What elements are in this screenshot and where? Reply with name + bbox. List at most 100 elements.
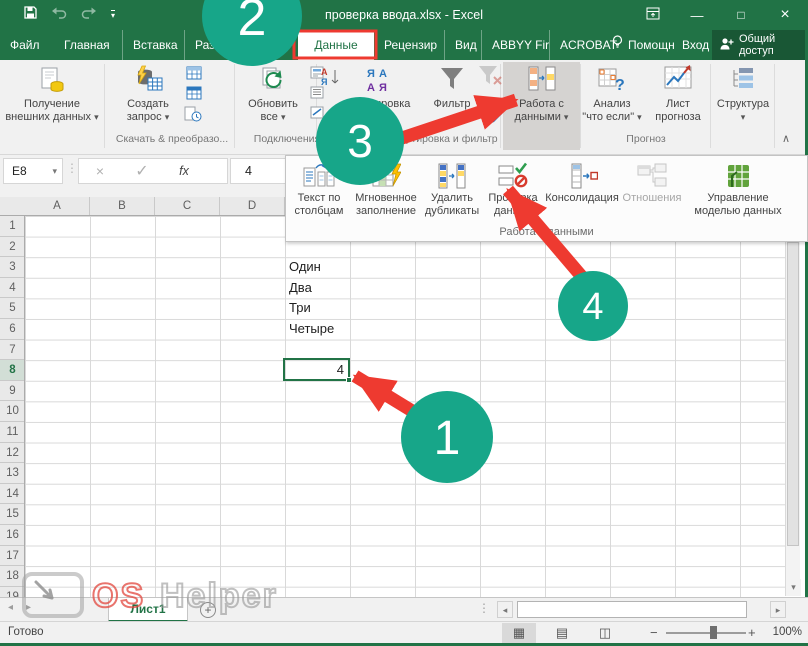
cell-E6[interactable]: Четыре bbox=[285, 319, 349, 340]
row-header-16[interactable]: 16 bbox=[0, 525, 25, 546]
maximize-button[interactable]: □ bbox=[724, 8, 758, 22]
tab-review[interactable]: Рецензир bbox=[384, 30, 437, 60]
sheet-nav-left-icon[interactable]: ◂ bbox=[8, 602, 13, 613]
get-external-data-button[interactable]: Получение внешних данных ▾ bbox=[4, 62, 100, 150]
tab-scroll-splitter[interactable]: ⋮ bbox=[478, 601, 490, 615]
title-bar: ▾ проверка ввода.xlsx - Excel — □ × bbox=[0, 0, 808, 30]
row-header-11[interactable]: 11 bbox=[0, 422, 25, 443]
column-header-D[interactable]: D bbox=[220, 197, 285, 216]
sort-label: Сортировка bbox=[350, 98, 410, 110]
zoom-slider-track[interactable] bbox=[666, 632, 746, 634]
scroll-right-icon[interactable]: ▸ bbox=[770, 601, 786, 618]
row-header-10[interactable]: 10 bbox=[0, 401, 25, 422]
row-header-6[interactable]: 6 bbox=[0, 319, 25, 340]
sheet-tab-bar: ◂ ▸ Лист1 + ⋮ ◂ ▸ bbox=[0, 597, 808, 621]
tab-layout[interactable]: Размет bbox=[184, 30, 235, 60]
tab-home[interactable]: Главная bbox=[64, 30, 110, 60]
row-header-9[interactable]: 9 bbox=[0, 381, 25, 402]
zoom-in-button[interactable]: + bbox=[748, 622, 756, 643]
sign-in-link[interactable]: Вход bbox=[682, 30, 709, 60]
tab-data[interactable]: Данные bbox=[298, 30, 374, 60]
data-model-label: Управление моделью данных bbox=[694, 192, 781, 217]
new-sheet-button[interactable]: + bbox=[200, 602, 216, 618]
tab-file[interactable]: Файл bbox=[10, 30, 40, 60]
view-page-layout-button[interactable]: ▤ bbox=[545, 623, 579, 643]
row-header-8[interactable]: 8 bbox=[0, 360, 25, 381]
tab-abbyy[interactable]: ABBYY Fir bbox=[481, 30, 549, 60]
tab-acrobat[interactable]: ACROBAT bbox=[549, 30, 617, 60]
edit-links-icon[interactable] bbox=[310, 106, 324, 124]
horizontal-scrollbar-thumb[interactable] bbox=[517, 601, 747, 618]
tab-insert[interactable]: Вставка bbox=[122, 30, 178, 60]
status-ready: Готово bbox=[8, 622, 44, 643]
clear-filter-icon[interactable] bbox=[477, 64, 503, 93]
recent-sources-icon[interactable] bbox=[184, 106, 202, 127]
share-label: Общий доступ bbox=[739, 33, 808, 57]
data-model-icon bbox=[686, 160, 790, 192]
tab-help[interactable]: Помощн bbox=[612, 30, 675, 60]
name-box[interactable]: E8 ▾ bbox=[3, 158, 63, 184]
status-bar: Готово ▦ ▤ ◫ − + 100% bbox=[0, 621, 808, 643]
minimize-button[interactable]: — bbox=[680, 8, 714, 23]
cell-E5[interactable]: Три bbox=[285, 298, 349, 319]
group-label-get-transform: Скачать & преобразо... bbox=[116, 133, 228, 145]
data-validation-icon bbox=[482, 160, 544, 192]
cancel-entry-icon[interactable]: × bbox=[79, 163, 121, 179]
row-header-17[interactable]: 17 bbox=[0, 546, 25, 567]
share-button[interactable]: Общий доступ bbox=[712, 30, 808, 60]
row-header-19[interactable]: 19 bbox=[0, 587, 25, 597]
new-query-label: Создать запрос bbox=[127, 98, 169, 123]
zoom-out-button[interactable]: − bbox=[650, 622, 658, 643]
row-header-18[interactable]: 18 bbox=[0, 566, 25, 587]
column-header-A[interactable]: A bbox=[25, 197, 90, 216]
view-page-break-button[interactable]: ◫ bbox=[588, 623, 622, 643]
row-header-1[interactable]: 1 bbox=[0, 216, 25, 237]
vertical-scrollbar-thumb[interactable] bbox=[787, 242, 799, 546]
data-tools-button[interactable]: Работа с данными ▾ bbox=[503, 62, 580, 150]
formula-bar-splitter[interactable]: ⋮ bbox=[66, 161, 78, 175]
row-header-13[interactable]: 13 bbox=[0, 463, 25, 484]
column-header-C[interactable]: C bbox=[155, 197, 220, 216]
row-header-14[interactable]: 14 bbox=[0, 484, 25, 505]
row-header-7[interactable]: 7 bbox=[0, 340, 25, 361]
close-button[interactable]: × bbox=[768, 6, 802, 24]
row-header-2[interactable]: 2 bbox=[0, 237, 25, 258]
forecast-sheet-label: Лист прогноза bbox=[655, 98, 700, 123]
scroll-left-icon[interactable]: ◂ bbox=[497, 601, 513, 618]
data-validation-label: Проверка данных bbox=[488, 192, 537, 217]
name-box-value: E8 bbox=[12, 164, 27, 178]
sheet-cells[interactable]: 4 ОдинДваТриЧетыре bbox=[25, 216, 785, 597]
sheet-nav-right-icon[interactable]: ▸ bbox=[26, 602, 31, 613]
insert-function-icon[interactable]: fx bbox=[163, 164, 205, 178]
text-to-columns-label: Текст по столбцам bbox=[295, 192, 344, 217]
row-header-12[interactable]: 12 bbox=[0, 443, 25, 464]
confirm-entry-icon[interactable]: ✓ bbox=[121, 161, 163, 181]
collapse-ribbon-icon[interactable]: ∧ bbox=[782, 132, 790, 145]
ribbon-display-options-icon[interactable] bbox=[636, 7, 670, 23]
from-table-icon[interactable] bbox=[186, 86, 202, 105]
fill-handle[interactable] bbox=[346, 377, 352, 383]
show-queries-icon[interactable] bbox=[186, 66, 202, 85]
selected-cell[interactable]: 4 bbox=[283, 358, 350, 381]
outline-button[interactable]: Структура ▾ bbox=[714, 62, 772, 150]
sort-ascending-icon[interactable]: АЯ bbox=[320, 66, 342, 93]
column-header-B[interactable]: B bbox=[90, 197, 155, 216]
tab-view[interactable]: Вид bbox=[444, 30, 477, 60]
row-header-5[interactable]: 5 bbox=[0, 298, 25, 319]
zoom-slider-thumb[interactable] bbox=[710, 626, 717, 639]
sheet-tab-list1[interactable]: Лист1 bbox=[108, 598, 188, 622]
row-header-3[interactable]: 3 bbox=[0, 257, 25, 278]
row-header-15[interactable]: 15 bbox=[0, 504, 25, 525]
view-normal-button[interactable]: ▦ bbox=[502, 623, 536, 643]
ribbon: Получение внешних данных ▾ Создать запро… bbox=[0, 60, 808, 155]
cell-E3[interactable]: Один bbox=[285, 257, 349, 278]
vertical-scrollbar[interactable]: ▾ bbox=[785, 216, 800, 596]
advanced-filter-icon[interactable] bbox=[487, 110, 503, 131]
scroll-down-icon[interactable]: ▾ bbox=[786, 579, 801, 596]
svg-text:А: А bbox=[379, 68, 387, 80]
row-header-4[interactable]: 4 bbox=[0, 278, 25, 299]
zoom-level[interactable]: 100% bbox=[760, 622, 802, 643]
cell-E4[interactable]: Два bbox=[285, 278, 349, 299]
name-box-dropdown-icon[interactable]: ▾ bbox=[52, 159, 57, 183]
relationships-icon bbox=[620, 160, 684, 192]
